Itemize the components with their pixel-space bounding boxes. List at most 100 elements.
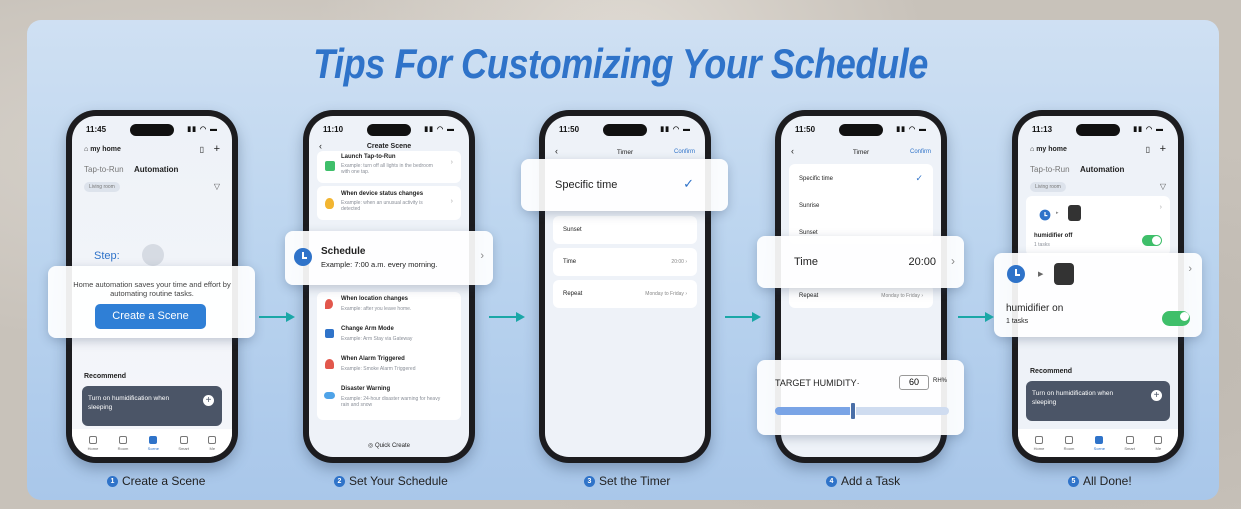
humidity-input[interactable]: 60 (899, 375, 929, 390)
tab-home-label: Home (1033, 445, 1045, 451)
home-icon (88, 435, 97, 444)
toggle-switch[interactable] (1142, 235, 1162, 246)
schedule-desc: Example: 7:00 a.m. every morning. (321, 260, 438, 269)
tab-home[interactable]: Home (88, 435, 98, 451)
humidifier-on-popup[interactable]: ▶ › humidifier on 1 tasks (994, 253, 1202, 337)
home-name: my home (90, 146, 121, 153)
option-device-status[interactable]: When device status changes Example: when… (317, 186, 461, 220)
tab-scene[interactable]: Scene (1094, 435, 1105, 451)
time-popup[interactable]: Time 20:00 › (757, 236, 964, 288)
option-disaster[interactable]: Disaster Warning (341, 386, 390, 392)
home-selector[interactable]: ⌂ my home (84, 146, 121, 153)
specific-time-popup[interactable]: Specific time ✓ (521, 159, 728, 211)
toggle-switch[interactable] (1162, 311, 1190, 326)
tab-smart[interactable]: Smart (1124, 435, 1135, 451)
notch (603, 124, 647, 136)
option-sunrise[interactable]: Sunrise (799, 203, 819, 209)
recommend-card[interactable]: Turn on humidification when sleeping + (1026, 381, 1170, 421)
card-title: humidifier off (1034, 233, 1073, 239)
scene-icon (149, 435, 158, 444)
clock-time: 11:50 (559, 125, 580, 134)
cloud-icon (324, 392, 335, 399)
chevron-right-icon: › (450, 159, 453, 166)
tab-automation[interactable]: Automation (134, 165, 178, 174)
confirm-button[interactable]: Confirm (910, 149, 931, 155)
tab-room[interactable]: Room (1063, 435, 1075, 451)
option-title: Launch Tap-to-Run (341, 154, 396, 160)
add-icon[interactable]: + (1160, 143, 1166, 155)
option-desc: Example: when an unusual activity is det… (341, 200, 423, 212)
card-subtitle: 1 tasks (1034, 242, 1050, 248)
room-chip[interactable]: Living room (84, 182, 120, 192)
room-chip[interactable]: Living room (1030, 182, 1066, 192)
home-selector[interactable]: ⌂ my home (1030, 146, 1067, 153)
option-desc: Example: turn off all lights in the bedr… (341, 163, 433, 175)
specific-time-label: Specific time (555, 179, 618, 191)
automation-card-off[interactable]: ▸ › humidifier off 1 tasks (1026, 196, 1170, 256)
filter-icon[interactable]: ▽ (214, 182, 220, 191)
schedule-popup[interactable]: Schedule Example: 7:00 a.m. every mornin… (285, 231, 493, 285)
repeat-value: Monday to Friday (645, 291, 684, 297)
tab-me[interactable]: Me (208, 435, 217, 451)
smart-icon (179, 435, 188, 444)
recommend-card-text: Turn on humidification when sleeping (88, 395, 170, 412)
clock-time: 11:50 (795, 125, 816, 134)
document-icon[interactable]: ▯ (200, 145, 204, 154)
create-scene-popup: Home automation saves your time and effo… (48, 266, 255, 338)
tab-scene[interactable]: Scene (148, 435, 159, 451)
arrow-3 (725, 312, 761, 322)
option-tap-to-run[interactable]: Launch Tap-to-Run Example: turn off all … (317, 151, 461, 183)
confirm-button[interactable]: Confirm (674, 149, 695, 155)
me-icon (1154, 435, 1163, 444)
option-specific-time[interactable]: Specific time (799, 176, 833, 182)
option-location[interactable]: When location changes (341, 296, 408, 302)
step-number: 1 (107, 475, 118, 487)
humidity-slider-thumb[interactable] (850, 402, 857, 420)
row-value: 20:00 › (671, 259, 687, 265)
recommend-card[interactable]: Turn on humidification when sleeping + (82, 386, 222, 426)
tab-tap-to-run[interactable]: Tap-to-Run (84, 165, 124, 174)
quick-create-button[interactable]: ◎ Quick Create (309, 442, 469, 449)
popup-title: humidifier on (1006, 303, 1064, 314)
arrow-4 (958, 312, 994, 322)
humidity-slider[interactable] (775, 402, 949, 420)
create-scene-button[interactable]: Create a Scene (95, 304, 206, 329)
plus-icon[interactable]: + (203, 395, 214, 406)
tab-automation[interactable]: Automation (1080, 165, 1124, 174)
tab-room-label: Room (117, 445, 129, 451)
step-caption-3: 3 Set the Timer (584, 474, 670, 488)
tab-smart[interactable]: Smart (178, 435, 189, 451)
tab-room[interactable]: Room (117, 435, 129, 451)
link-icon (142, 244, 164, 266)
option-desc: Example: after you leave home. (341, 306, 412, 312)
signal-icons: ▮▮ ◠ ▬ (660, 126, 691, 133)
tab-bar: Home Room Scene Smart Me (72, 429, 232, 457)
home-name: my home (1036, 146, 1067, 153)
humidifier-icon (1054, 263, 1074, 285)
room-icon (118, 435, 127, 444)
filter-icon[interactable]: ▽ (1160, 182, 1166, 191)
tab-tap-to-run[interactable]: Tap-to-Run (1030, 165, 1070, 174)
tab-room-label: Room (1063, 445, 1075, 451)
option-alarm[interactable]: When Alarm Triggered (341, 356, 405, 362)
chevron-right-icon: › (1188, 263, 1192, 275)
home-icon (1034, 435, 1043, 444)
room-icon (1064, 435, 1073, 444)
bulb-icon (325, 198, 334, 209)
location-icon (325, 299, 333, 309)
humidifier-icon (1068, 205, 1081, 221)
tab-smart-label: Smart (178, 445, 189, 451)
row-time[interactable]: Time 20:00 › (553, 248, 697, 276)
document-icon[interactable]: ▯ (1146, 145, 1150, 154)
chevron-right-icon: › (951, 254, 955, 268)
popup-subtitle: 1 tasks (1006, 318, 1029, 325)
row-sunset[interactable]: Sunset (553, 216, 697, 244)
tab-home[interactable]: Home (1033, 435, 1045, 451)
tab-smart-label: Smart (1124, 445, 1135, 451)
add-icon[interactable]: + (214, 143, 220, 155)
option-desc: Example: Arm Stay via Gateway (341, 336, 413, 342)
row-repeat[interactable]: Repeat Monday to Friday › (553, 280, 697, 308)
plus-icon[interactable]: + (1151, 390, 1162, 401)
option-arm-mode[interactable]: Change Arm Mode (341, 326, 394, 332)
tab-me[interactable]: Me (1154, 435, 1163, 451)
